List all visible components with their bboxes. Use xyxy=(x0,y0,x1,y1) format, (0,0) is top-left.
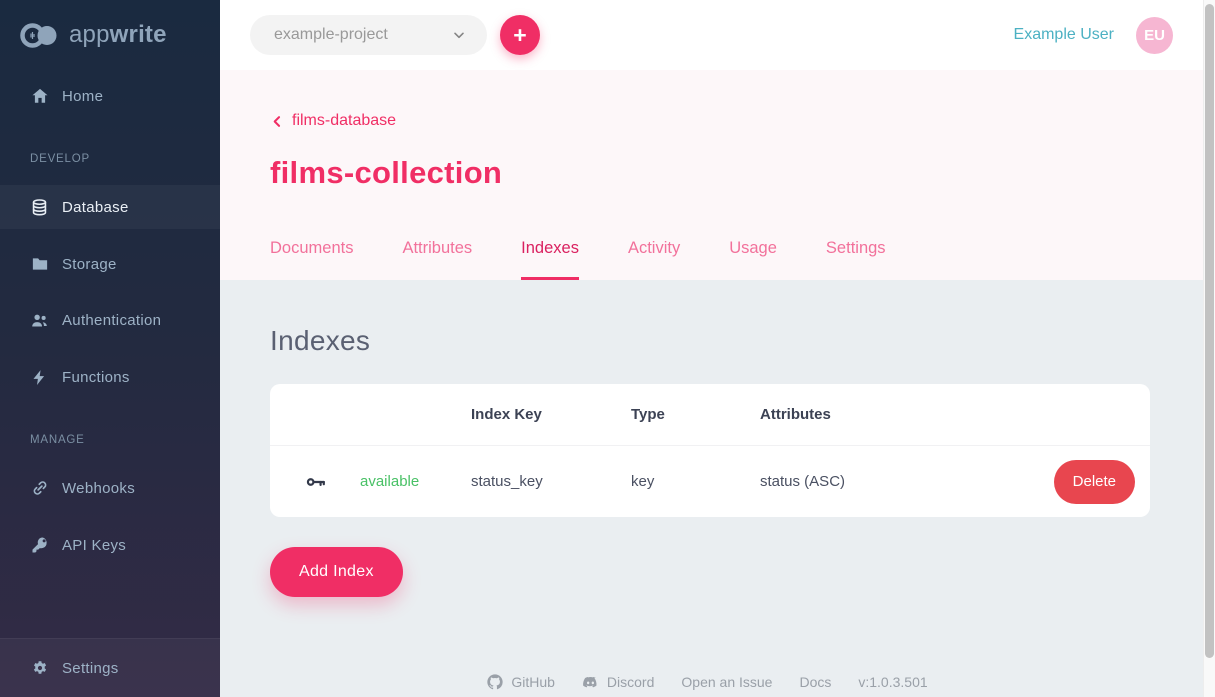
table-header-row: Index Key Type Attributes xyxy=(270,384,1150,446)
delete-button[interactable]: Delete xyxy=(1054,460,1135,504)
project-selector-value: example-project xyxy=(274,26,388,44)
sidebar-item-label: Database xyxy=(62,199,129,216)
tab-activity[interactable]: Activity xyxy=(628,239,680,280)
plus-icon: + xyxy=(513,22,526,49)
content-area: Indexes Index Key Type Attributes xyxy=(220,280,1215,697)
sidebar-item-api-keys[interactable]: API Keys xyxy=(0,523,220,567)
page-scrollbar[interactable] xyxy=(1203,0,1215,697)
version-label: v:1.0.3.501 xyxy=(858,674,927,690)
sidebar-item-storage[interactable]: Storage xyxy=(0,242,220,286)
open-issue-link[interactable]: Open an Issue xyxy=(681,674,772,690)
home-icon xyxy=(30,87,49,106)
scrollbar-thumb[interactable] xyxy=(1205,4,1214,658)
appwrite-console: appwrite Home DEVELOP Database xyxy=(0,0,1215,697)
sidebar-section-manage: MANAGE xyxy=(30,434,85,446)
lightning-icon xyxy=(30,368,49,387)
tab-attributes[interactable]: Attributes xyxy=(402,239,472,280)
docs-link[interactable]: Docs xyxy=(799,674,831,690)
tab-indexes[interactable]: Indexes xyxy=(521,239,579,280)
collection-header: films-database films-collection Document… xyxy=(220,70,1215,280)
folder-icon xyxy=(30,255,49,274)
chevron-left-icon xyxy=(270,114,285,129)
project-selector[interactable]: example-project xyxy=(250,15,487,55)
appwrite-logo-icon xyxy=(20,22,60,49)
index-attributes-value: status (ASC) xyxy=(760,473,1054,490)
sidebar-item-authentication[interactable]: Authentication xyxy=(0,298,220,342)
sidebar-item-functions[interactable]: Functions xyxy=(0,355,220,399)
discord-label: Discord xyxy=(607,674,654,690)
add-index-button[interactable]: Add Index xyxy=(270,547,403,597)
link-icon xyxy=(30,479,49,498)
open-issue-label: Open an Issue xyxy=(681,674,772,690)
key-icon xyxy=(30,536,49,555)
appwrite-logo[interactable]: appwrite xyxy=(20,21,167,49)
sidebar-item-label: Home xyxy=(62,88,103,105)
section-heading: Indexes xyxy=(270,325,1215,357)
sidebar-item-settings[interactable]: Settings xyxy=(0,646,220,690)
column-header-type: Type xyxy=(631,406,760,423)
discord-icon xyxy=(582,674,599,691)
create-project-button[interactable]: + xyxy=(500,15,540,55)
sidebar-bottom-section: Settings xyxy=(0,638,220,697)
discord-link[interactable]: Discord xyxy=(582,674,654,691)
avatar-initials: EU xyxy=(1144,27,1165,44)
sidebar-item-label: Authentication xyxy=(62,312,161,329)
column-header-index-key: Index Key xyxy=(471,406,631,423)
tab-settings[interactable]: Settings xyxy=(826,239,886,280)
tab-documents[interactable]: Documents xyxy=(270,239,353,280)
users-icon xyxy=(30,311,49,330)
sidebar-item-label: Functions xyxy=(62,369,130,386)
sidebar-item-database[interactable]: Database xyxy=(0,185,220,229)
column-header-attributes: Attributes xyxy=(760,406,1150,423)
sidebar-item-home[interactable]: Home xyxy=(0,74,220,118)
sidebar-item-label: Settings xyxy=(62,660,119,677)
main-area: example-project + Example User EU films-… xyxy=(220,0,1215,697)
brand-name: appwrite xyxy=(69,21,167,49)
tab-usage[interactable]: Usage xyxy=(729,239,777,280)
sidebar: appwrite Home DEVELOP Database xyxy=(0,0,220,697)
sidebar-section-develop: DEVELOP xyxy=(30,153,90,165)
footer: GitHub Discord Open an Issue Docs v:1.0.… xyxy=(220,669,1195,695)
docs-label: Docs xyxy=(799,674,831,690)
index-status: available xyxy=(360,473,471,490)
user-area: Example User EU xyxy=(1014,17,1173,54)
tab-bar: Documents Attributes Indexes Activity Us… xyxy=(270,239,1215,280)
index-key-value: status_key xyxy=(471,473,631,490)
topbar: example-project + Example User EU xyxy=(220,0,1215,70)
avatar[interactable]: EU xyxy=(1136,17,1173,54)
indexes-table: Index Key Type Attributes available xyxy=(270,384,1150,517)
index-type-value: key xyxy=(631,473,760,490)
sidebar-item-label: Webhooks xyxy=(62,480,135,497)
github-link[interactable]: GitHub xyxy=(487,674,555,690)
page-title: films-collection xyxy=(270,155,1215,191)
sidebar-item-label: API Keys xyxy=(62,537,126,554)
breadcrumb[interactable]: films-database xyxy=(270,112,396,130)
index-key-icon xyxy=(305,471,360,493)
sidebar-item-webhooks[interactable]: Webhooks xyxy=(0,466,220,510)
table-row: available status_key key status (ASC) De… xyxy=(270,446,1150,517)
breadcrumb-label: films-database xyxy=(292,112,396,130)
sidebar-item-label: Storage xyxy=(62,256,117,273)
user-name-link[interactable]: Example User xyxy=(1014,26,1114,44)
gear-icon xyxy=(30,659,49,678)
chevron-down-icon xyxy=(451,27,467,43)
github-icon xyxy=(487,674,503,690)
github-label: GitHub xyxy=(511,674,555,690)
database-icon xyxy=(30,198,49,217)
